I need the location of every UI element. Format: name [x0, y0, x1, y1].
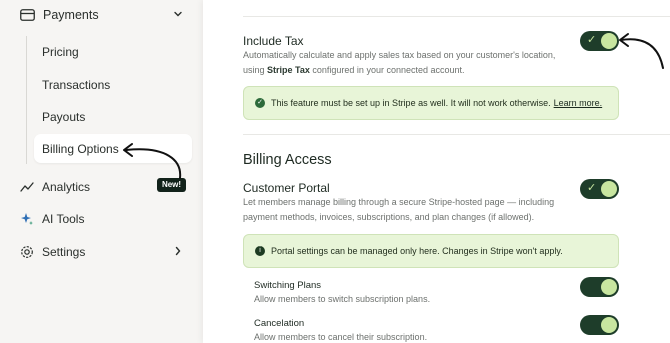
sidebar: Payments Pricing Transactions Payouts Bi… — [0, 0, 203, 343]
learn-more-link[interactable]: Learn more. — [554, 98, 603, 108]
sidebar-item-label: Settings — [42, 245, 86, 259]
sidebar-item-transactions[interactable]: Transactions — [42, 78, 110, 92]
toggle-knob — [601, 181, 617, 197]
sidebar-item-label: Analytics — [42, 180, 91, 194]
sidebar-item-label: Billing Options — [42, 142, 119, 156]
divider — [243, 134, 670, 135]
include-tax-description: Automatically calculate and apply sales … — [243, 50, 556, 75]
main-panel: Include Tax Automatically calculate and … — [203, 0, 670, 343]
cancelation-title: Cancelation — [254, 318, 305, 329]
sidebar-item-ai-tools[interactable]: AI Tools — [20, 212, 84, 226]
sidebar-item-analytics[interactable]: Analytics — [20, 180, 90, 194]
stripe-setup-banner: ✓ This feature must be set up in Stripe … — [243, 86, 619, 120]
check-icon: ✓ — [587, 182, 597, 194]
pointer-arrow-icon — [619, 33, 664, 69]
sidebar-item-pricing[interactable]: Pricing — [42, 45, 79, 59]
check-circle-icon: ✓ — [255, 98, 265, 108]
submenu-guide-line — [26, 36, 27, 164]
sidebar-item-payouts[interactable]: Payouts — [42, 110, 85, 124]
sidebar-item-label: Payments — [43, 8, 99, 22]
cancelation-description: Allow members to cancel their subscripti… — [254, 332, 428, 342]
info-icon: i — [255, 246, 265, 256]
gear-icon — [21, 246, 33, 258]
sparkle-icon — [21, 213, 33, 225]
include-tax-title: Include Tax — [243, 34, 304, 48]
credit-card-icon — [20, 9, 35, 21]
switching-plans-title: Switching Plans — [254, 280, 322, 291]
customer-portal-description: Let members manage billing through a sec… — [243, 197, 555, 222]
customer-portal-toggle[interactable]: ✓ — [580, 179, 619, 199]
sidebar-item-label: AI Tools — [42, 212, 85, 226]
billing-access-title: Billing Access — [243, 152, 332, 168]
sidebar-item-settings[interactable]: Settings — [20, 245, 85, 259]
divider — [243, 16, 670, 17]
chevron-right-icon[interactable] — [173, 246, 183, 256]
customer-portal-title: Customer Portal — [243, 181, 330, 195]
chevron-down-icon[interactable] — [172, 8, 184, 20]
switching-plans-description: Allow members to switch subscription pla… — [254, 294, 431, 304]
toggle-knob — [601, 279, 617, 295]
cancelation-toggle[interactable] — [580, 315, 619, 335]
banner-text: This feature must be set up in Stripe as… — [271, 98, 551, 108]
banner-text: Portal settings can be managed only here… — [271, 246, 563, 256]
portal-settings-banner: i Portal settings can be managed only he… — [243, 234, 619, 268]
analytics-icon — [20, 182, 34, 192]
check-icon: ✓ — [587, 34, 597, 46]
pointer-arrow-icon — [123, 143, 182, 179]
toggle-knob — [601, 317, 617, 333]
sidebar-item-payments[interactable]: Payments — [20, 5, 190, 25]
switching-plans-toggle[interactable] — [580, 277, 619, 297]
